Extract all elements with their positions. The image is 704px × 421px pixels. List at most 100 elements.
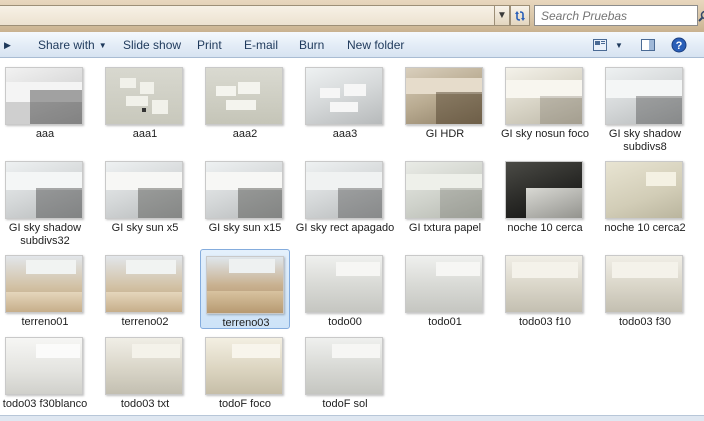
slide-show-button[interactable]: Slide show [123,32,181,58]
search-input[interactable] [535,6,698,25]
file-name: GI sky rect apagado [295,222,395,234]
file-item[interactable]: GI sky nosun foco [500,61,590,141]
file-name: todo03 f30blanco [2,398,88,410]
file-name: GI HDR [425,128,465,140]
file-name: GI sky nosun foco [500,128,590,140]
file-item[interactable]: todo03 f30 [600,249,690,329]
image-thumbnail [205,161,283,219]
file-item[interactable]: todo03 f10 [500,249,590,329]
refresh-icon [515,10,525,21]
file-name: todo01 [428,316,462,328]
image-thumbnail [405,67,483,125]
image-thumbnail [305,161,383,219]
file-name: todo00 [328,316,362,328]
file-name: GI sky sun x15 [208,222,282,234]
views-icon [593,39,608,51]
file-item[interactable]: todo01 [400,249,490,329]
file-item[interactable]: terreno02 [100,249,190,329]
image-thumbnail [105,337,183,395]
image-thumbnail [505,255,583,313]
file-item[interactable]: GI sky sun x15 [200,155,290,235]
image-thumbnail [105,161,183,219]
image-thumbnail [605,161,683,219]
file-name: GI sky sun x5 [111,222,179,234]
file-name: aaa [35,128,55,140]
image-thumbnail [5,337,83,395]
image-thumbnail [105,67,183,125]
image-thumbnail [305,67,383,125]
file-name: todoF foco [219,398,271,410]
title-bar: ▼ [0,0,704,32]
file-name: terreno02 [121,316,169,328]
image-thumbnail [605,255,683,313]
toolbar-overflow-icon[interactable]: ▶ [4,32,11,58]
file-item[interactable]: aaa2 [200,61,290,141]
file-name: GI txtura papel [408,222,482,234]
new-folder-button[interactable]: New folder [347,32,404,58]
file-item[interactable]: noche 10 cerca [500,155,590,235]
file-item[interactable]: GI sky shadow subdivs8 [600,61,690,153]
image-thumbnail [405,255,483,313]
help-button[interactable]: ? [668,35,690,55]
status-strip [0,415,704,421]
image-thumbnail [205,67,283,125]
image-thumbnail [605,67,683,125]
email-button[interactable]: E-mail [244,32,278,58]
print-button[interactable]: Print [197,32,222,58]
share-with-button[interactable]: Share with ▼ [38,32,107,58]
burn-button[interactable]: Burn [299,32,324,58]
image-thumbnail [505,67,583,125]
file-item[interactable]: aaa [0,61,90,141]
svg-text:?: ? [676,40,683,52]
image-thumbnail [206,256,284,314]
chevron-down-icon: ▼ [497,10,507,21]
file-name: GI sky shadow subdivs8 [608,128,682,153]
search-box[interactable] [534,5,704,26]
address-bar[interactable] [0,5,502,26]
image-thumbnail [5,67,83,125]
file-name: terreno03 [222,317,270,329]
help-icon: ? [671,37,687,53]
file-item[interactable]: todoF foco [200,331,290,411]
preview-pane-button[interactable] [638,35,658,55]
command-bar: ▶ Share with ▼ Slide show Print E-mail B… [0,32,704,58]
file-item[interactable]: GI sky rect apagado [296,155,394,235]
file-item[interactable]: GI HDR [400,61,490,141]
image-thumbnail [105,255,183,313]
file-item[interactable]: aaa1 [100,61,190,141]
file-item[interactable]: noche 10 cerca2 [600,155,690,235]
file-item-selected[interactable]: terreno03 [200,249,290,329]
file-item[interactable]: GI sky sun x5 [100,155,190,235]
refresh-button[interactable] [510,5,530,26]
file-item[interactable]: GI sky shadow subdivs32 [0,155,90,247]
file-item[interactable]: aaa3 [300,61,390,141]
file-item[interactable]: todoF sol [300,331,390,411]
file-item[interactable]: todo03 txt [100,331,190,411]
file-list: aaa aaa1 aaa2 aaa3 GI HDR GI sky nosun f… [0,59,704,415]
image-thumbnail [5,161,83,219]
file-item[interactable]: todo03 f30blanco [0,331,90,411]
file-item[interactable]: GI txtura papel [400,155,490,235]
share-with-label: Share with [38,38,95,52]
file-name: todo03 f10 [519,316,571,328]
file-name: todo03 txt [120,398,170,410]
file-name: todoF sol [322,398,368,410]
file-name: terreno01 [21,316,69,328]
image-thumbnail [205,337,283,395]
address-dropdown-button[interactable]: ▼ [494,5,510,26]
file-name: aaa2 [232,128,258,140]
image-thumbnail [405,161,483,219]
preview-pane-icon [641,39,655,51]
file-name: GI sky shadow subdivs32 [8,222,82,247]
file-name: todo03 f30 [619,316,671,328]
search-icon[interactable] [698,6,704,25]
file-name: aaa3 [332,128,358,140]
image-thumbnail [505,161,583,219]
file-item[interactable]: todo00 [300,249,390,329]
change-view-button[interactable]: ▼ [592,35,624,55]
file-name: aaa1 [132,128,158,140]
file-name: noche 10 cerca2 [604,222,686,234]
file-item[interactable]: terreno01 [0,249,90,329]
chevron-down-icon: ▼ [98,40,107,50]
file-name: noche 10 cerca [507,222,583,234]
